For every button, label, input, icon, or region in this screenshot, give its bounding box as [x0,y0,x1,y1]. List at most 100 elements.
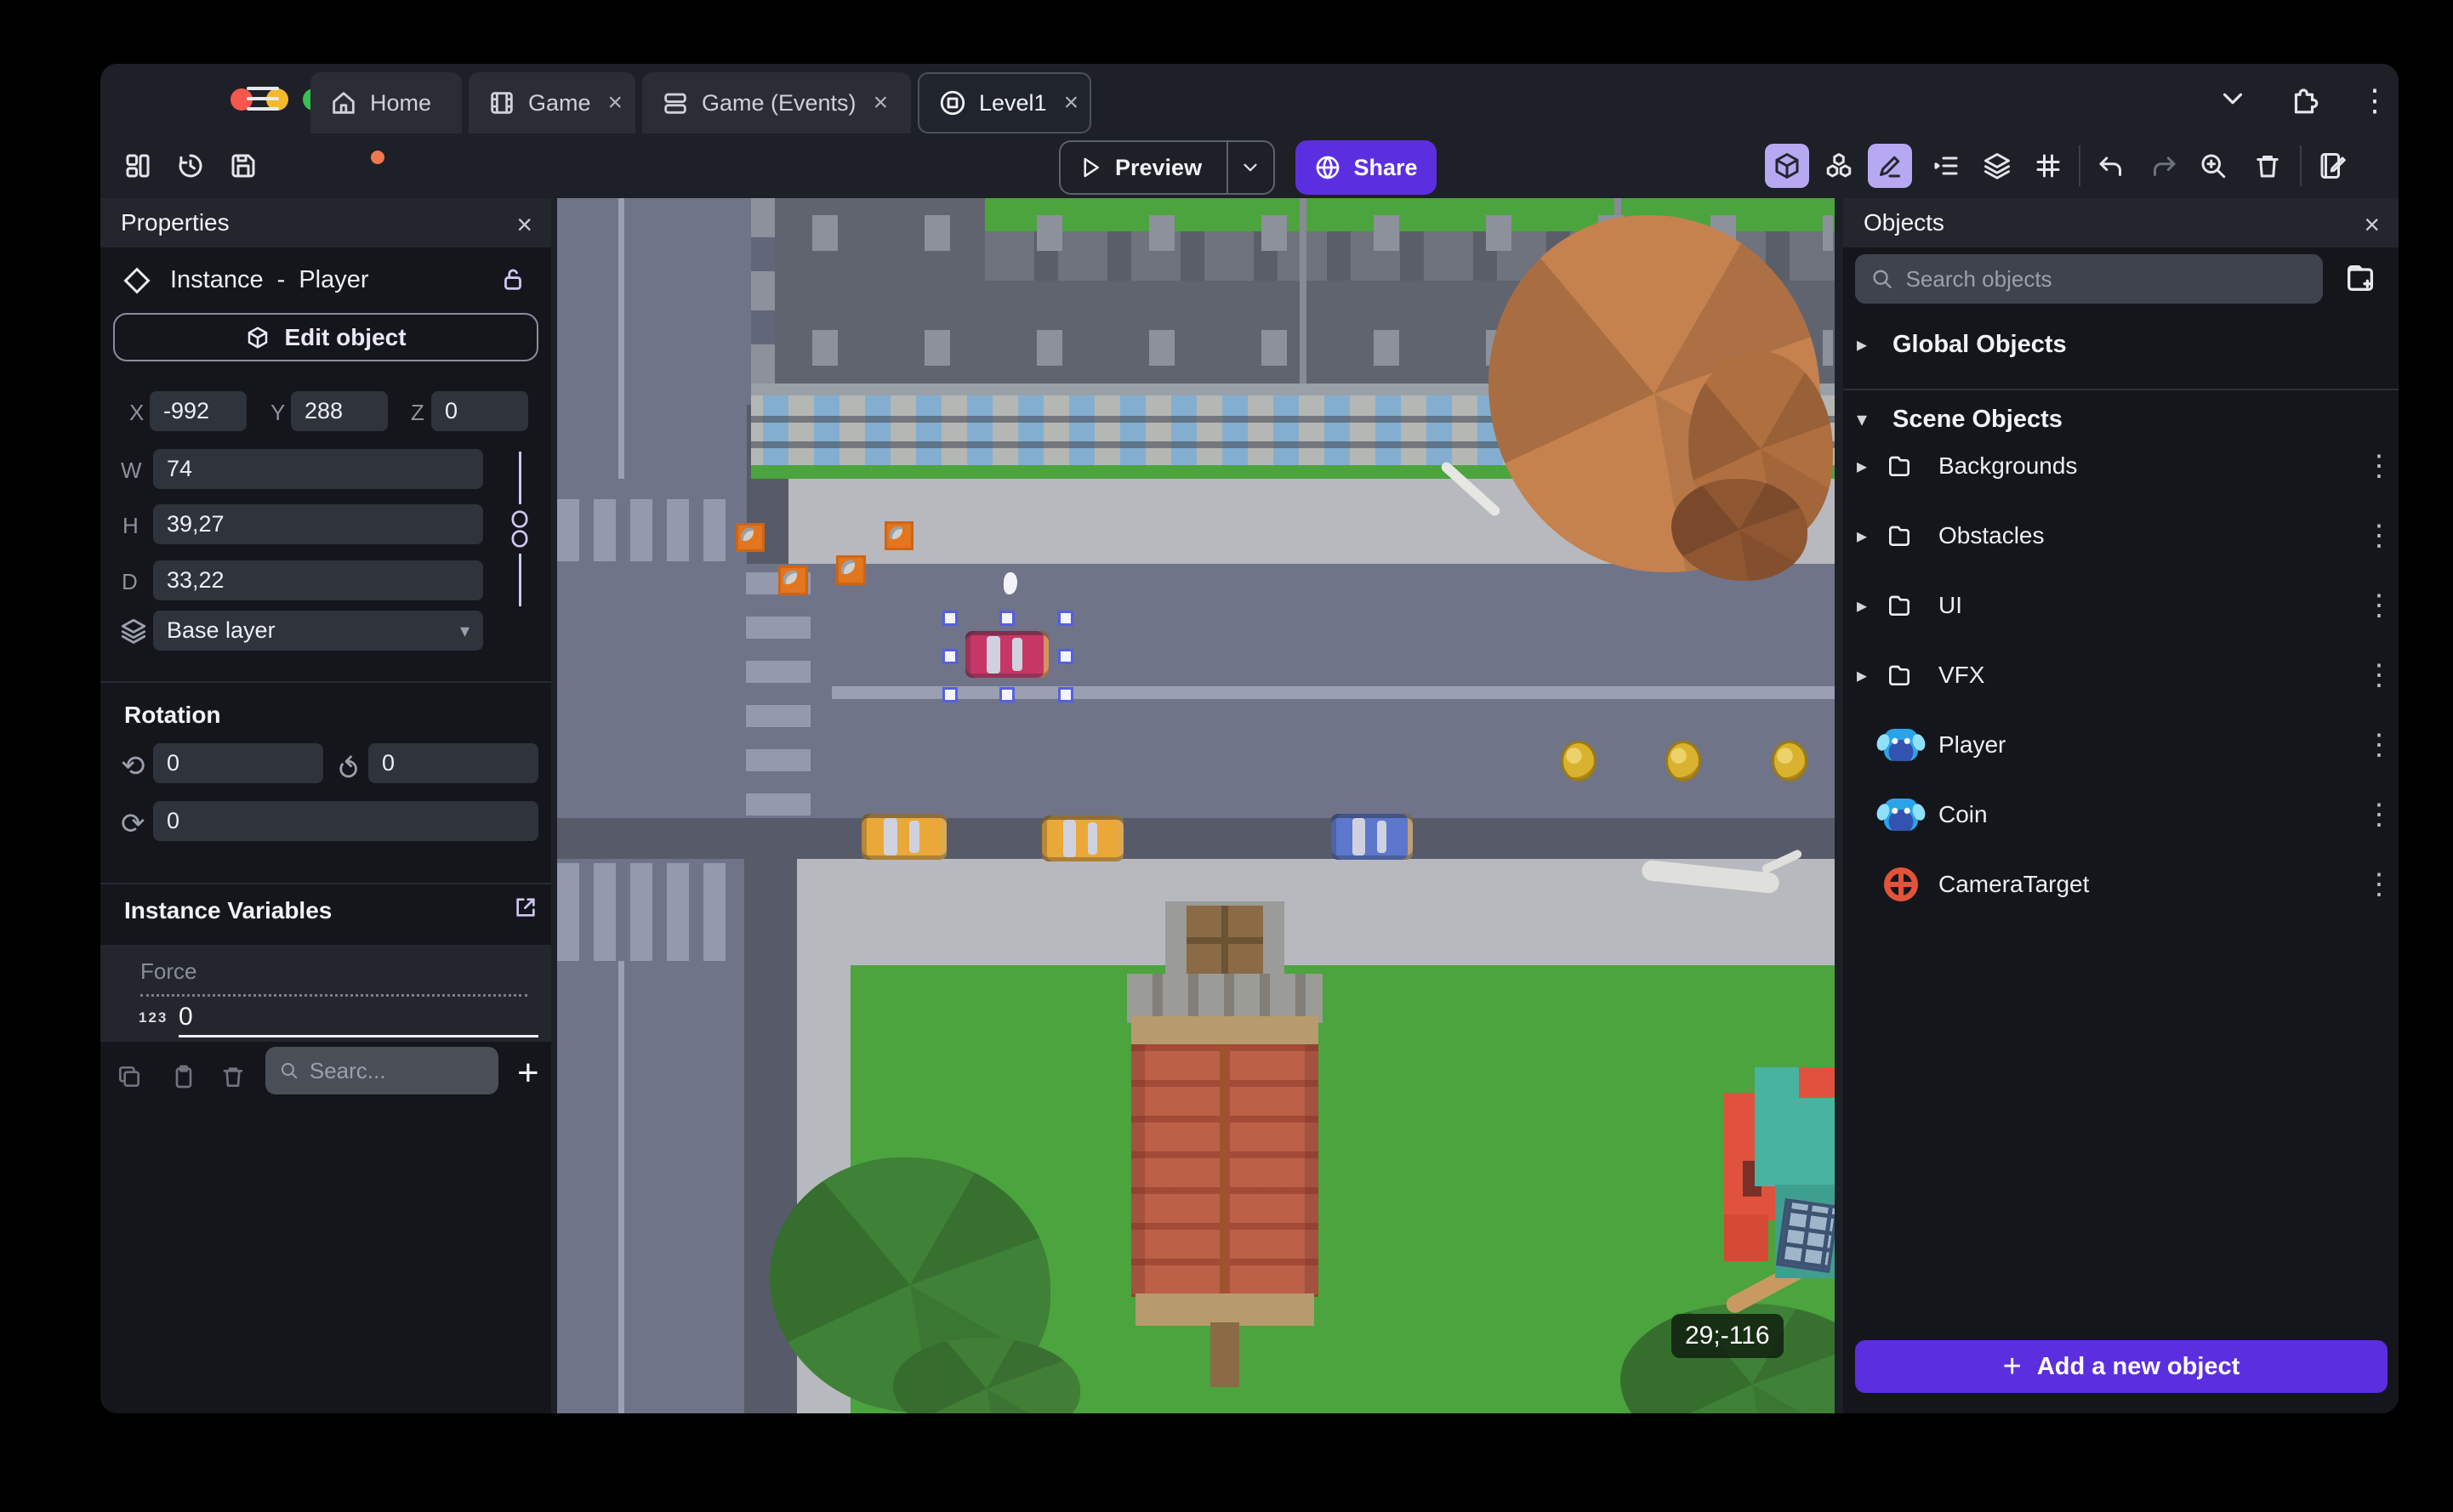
row-menu-icon[interactable]: ⋮ [2365,588,2393,622]
objects-tree-row-coin[interactable]: Coin ⋮ [1843,785,2399,844]
selection-handle[interactable] [942,611,958,626]
layer-select[interactable]: Base layer ▾ [153,611,483,651]
unlock-icon[interactable] [498,264,527,298]
selection-handle[interactable] [999,687,1015,702]
tower-tail[interactable] [1210,1322,1239,1387]
y-input[interactable] [291,391,388,431]
edit-object-button[interactable]: Edit object [113,313,538,361]
chevron-right-icon[interactable]: ▸ [1857,663,1884,688]
save-icon[interactable] [221,144,384,188]
red-building-step[interactable] [1724,1214,1768,1261]
chevron-right-icon[interactable]: ▸ [1857,454,1884,479]
variables-search[interactable] [265,1047,498,1094]
chevron-down-icon[interactable] [2217,82,2249,119]
redo-icon[interactable] [2142,144,2186,188]
row-menu-icon[interactable]: ⋮ [2365,658,2393,692]
crate[interactable] [885,521,913,550]
kebab-menu-icon[interactable]: ⋮ [2359,82,2390,118]
tower-base[interactable] [1135,1293,1314,1326]
width-input[interactable] [153,449,483,489]
link-dimensions-control[interactable] [511,452,528,606]
zoom-in-icon[interactable] [2191,144,2235,188]
objects-search[interactable] [1855,254,2323,304]
preview-button-main[interactable]: Preview [1061,155,1226,181]
tab-game-events[interactable]: Game (Events) × [642,72,911,134]
depth-input[interactable] [153,560,483,600]
objects-tree-row-obstacles[interactable]: ▸ Obstacles ⋮ [1843,506,2399,566]
selection-handle[interactable] [1058,687,1073,702]
tab-level1[interactable]: Level1 × [918,72,1091,134]
objects-tree-row-cameratarget[interactable]: CameraTarget ⋮ [1843,855,2399,914]
objects-tree-row-backgrounds[interactable]: ▸ Backgrounds ⋮ [1843,436,2399,496]
rotation-x-input[interactable] [153,743,323,783]
global-objects-group[interactable]: ▸ Global Objects [1843,324,2399,365]
selection-handle[interactable] [999,611,1015,626]
selection-handle[interactable] [1058,649,1073,664]
player-car-selected[interactable] [965,631,1049,678]
chevron-right-icon[interactable]: ▸ [1857,524,1884,549]
copy-icon[interactable] [116,1063,143,1094]
selection-handle[interactable] [942,687,958,702]
dashboard-icon[interactable] [116,144,160,188]
chevron-down-icon[interactable]: ▾ [1857,407,1877,432]
yellow-car[interactable] [862,814,947,860]
add-variable-button[interactable]: + [517,1052,539,1094]
rotation-y-input[interactable] [368,743,538,783]
chevron-right-icon[interactable]: ▸ [1857,333,1877,357]
scene-objects-group[interactable]: ▾ Scene Objects [1843,399,2399,440]
coin[interactable] [1772,741,1807,782]
row-menu-icon[interactable]: ⋮ [2365,519,2393,553]
grid-icon[interactable] [2026,144,2070,188]
height-input[interactable] [153,504,483,544]
objects-tree-row-ui[interactable]: ▸ UI ⋮ [1843,576,2399,635]
variable-name[interactable]: Force [140,958,196,985]
selection-handle[interactable] [942,649,958,664]
chevron-right-icon[interactable]: ▸ [1857,594,1884,618]
layers-icon[interactable] [1975,144,2019,188]
objects-tree-row-player[interactable]: Player ⋮ [1843,715,2399,775]
menu-icon[interactable] [247,84,279,113]
trash-icon[interactable] [2245,144,2290,188]
undo-icon[interactable] [2089,144,2133,188]
tab-game[interactable]: Game × [469,72,635,134]
row-menu-icon[interactable]: ⋮ [2365,798,2393,832]
z-input[interactable] [431,391,528,431]
trash-icon[interactable] [219,1063,247,1094]
coin[interactable] [1665,741,1701,782]
extensions-puzzle-icon[interactable] [2288,82,2320,119]
close-icon[interactable]: × [608,88,623,117]
scene-properties-icon[interactable] [2310,144,2354,188]
tab-home[interactable]: Home [310,72,462,134]
share-button[interactable]: Share [1295,140,1437,195]
close-icon[interactable]: × [516,209,532,241]
variables-search-input[interactable] [309,1057,485,1084]
yellow-car[interactable] [1042,816,1124,861]
add-new-object-button[interactable]: + Add a new object [1855,1340,2388,1393]
rotation-z-input[interactable] [153,801,538,841]
variable-value[interactable]: 0 [179,1003,193,1032]
objects-search-input[interactable] [1905,265,2308,293]
objects-tree-row-vfx[interactable]: ▸ VFX ⋮ [1843,645,2399,705]
objects-group-icon[interactable] [1817,144,1861,188]
crate[interactable] [778,566,808,595]
blue-car[interactable] [1331,814,1413,860]
open-external-icon[interactable] [512,894,539,925]
tower-collar[interactable] [1131,1016,1318,1047]
edit-pencil-icon[interactable] [1868,144,1912,188]
coin[interactable] [1561,741,1596,782]
selection-handle[interactable] [1058,611,1073,626]
preview-button[interactable]: Preview [1059,140,1275,195]
history-icon[interactable] [168,144,213,188]
row-menu-icon[interactable]: ⋮ [2365,449,2393,483]
crate[interactable] [736,523,765,552]
close-icon[interactable]: × [1064,88,1079,117]
x-input[interactable] [150,391,247,431]
row-menu-icon[interactable]: ⋮ [2365,728,2393,762]
add-folder-icon[interactable] [2343,261,2377,299]
scene-viewport[interactable]: 29;-116 [557,198,1835,1413]
close-icon[interactable]: × [874,88,889,117]
paste-icon[interactable] [170,1063,197,1094]
tower-top-core[interactable] [1187,906,1263,975]
view-3d-icon[interactable] [1765,144,1809,188]
instances-list-icon[interactable] [1924,144,1968,188]
